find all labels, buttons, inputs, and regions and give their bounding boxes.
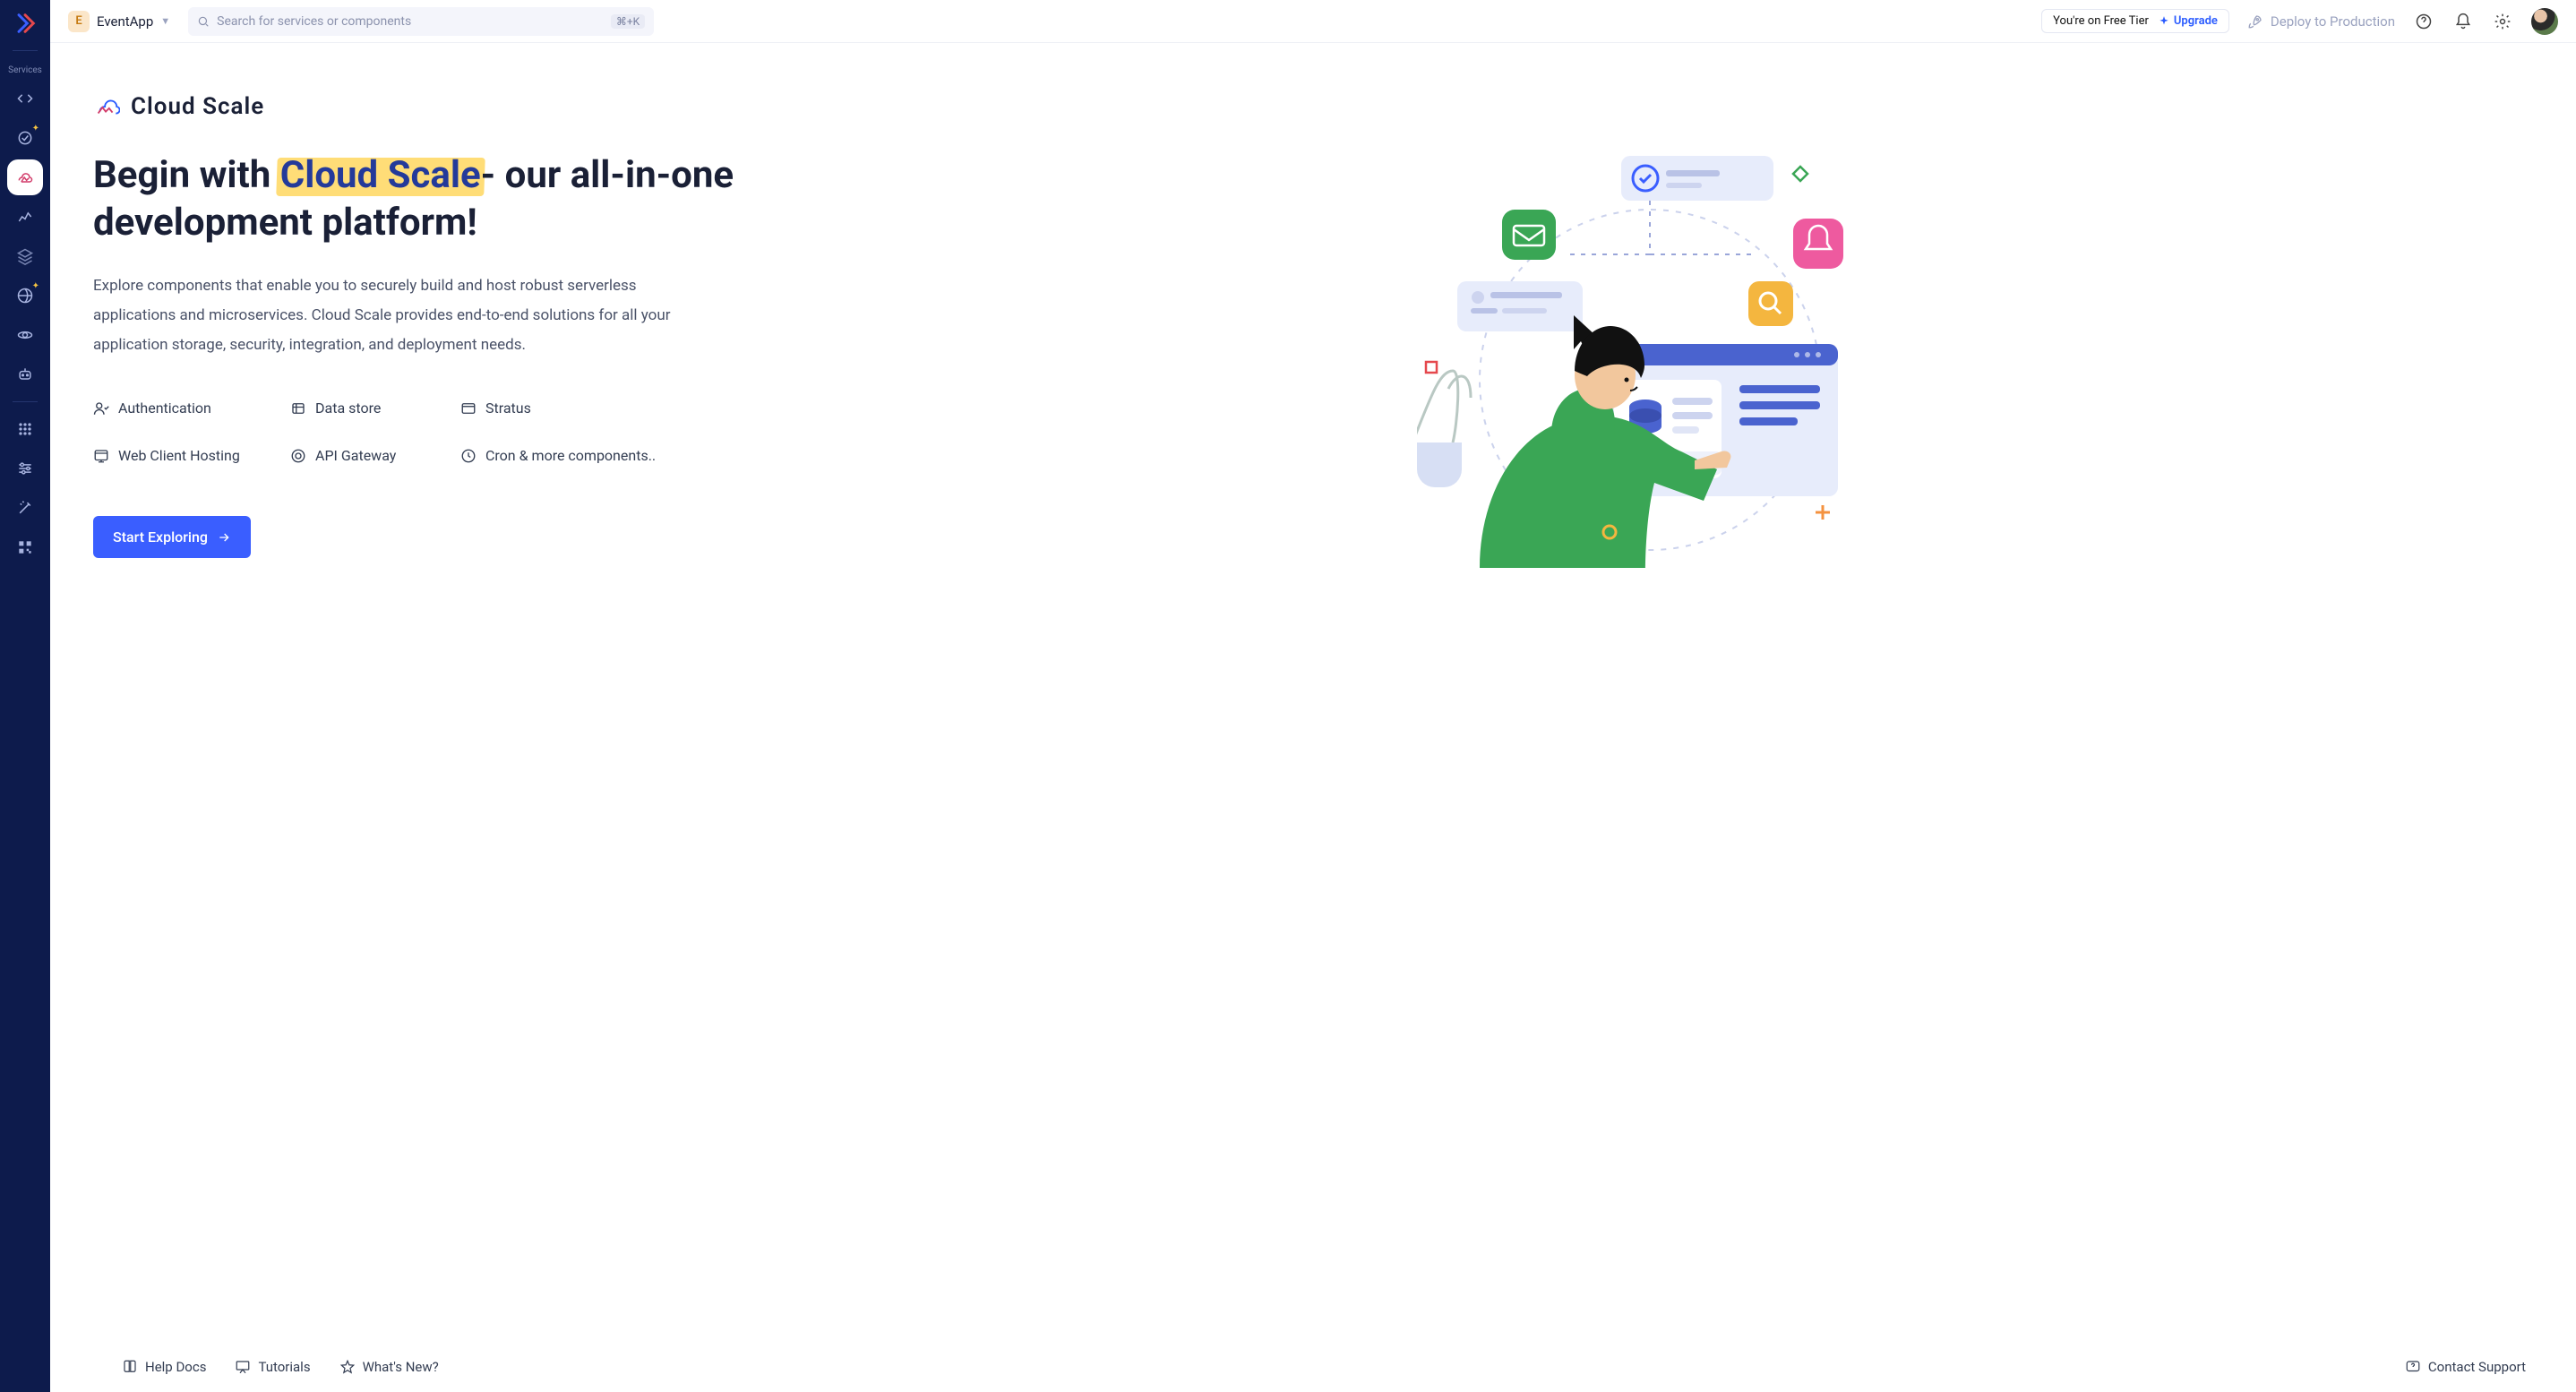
tutorials-link[interactable]: Tutorials [235,1359,310,1375]
chat-help-icon [2405,1359,2421,1375]
presentation-icon [235,1359,251,1375]
bell-icon[interactable] [2452,11,2474,32]
lede: Explore components that enable you to se… [93,271,684,360]
feature-datastore[interactable]: Data store [290,400,442,417]
whats-new-link[interactable]: What's New? [339,1359,439,1375]
rail-item-bot[interactable] [7,357,43,392]
feature-grid: Authentication Data store Stratus Web Cl… [93,400,738,464]
deploy-button[interactable]: Deploy to Production [2247,13,2395,30]
brand-icon [93,93,120,120]
chevron-down-icon: ▼ [160,15,170,27]
project-initial: E [68,11,90,32]
feature-apigateway[interactable]: API Gateway [290,447,442,464]
rail-item-apps[interactable] [7,411,43,447]
gear-icon[interactable] [2492,11,2513,32]
page: E EventApp ▼ Search for services or comp… [50,0,2576,1392]
project-name: EventApp [97,13,153,30]
rocket-icon [2247,13,2263,30]
headline: Begin with Cloud Scale- our all-in-one d… [93,152,738,246]
search-input[interactable]: Search for services or components ⌘+K [188,7,654,36]
book-icon [122,1359,138,1375]
user-icon [93,400,109,417]
clock-icon [460,448,477,464]
help-docs-link[interactable]: Help Docs [122,1359,206,1375]
browser-icon [93,448,109,464]
rail-item-cloudscale[interactable] [7,159,43,195]
search-shortcut: ⌘+K [611,14,645,29]
search-placeholder: Search for services or components [217,14,411,29]
hero-copy: Cloud Scale Begin with Cloud Scale- our … [93,93,738,1342]
rail-item-analytics[interactable] [7,199,43,235]
sparkle-icon [2158,15,2170,28]
brand-row: Cloud Scale [93,93,738,120]
feature-webhosting[interactable]: Web Client Hosting [93,447,272,464]
api-icon [290,448,306,464]
headline-highlight: Cloud Scale [280,152,481,200]
upgrade-link[interactable]: Upgrade [2158,14,2218,28]
feature-stratus[interactable]: Stratus [460,400,684,417]
app-logo[interactable] [13,11,38,36]
content: Cloud Scale Begin with Cloud Scale- our … [50,43,2576,1342]
rail-section-label: Services [8,65,42,75]
hero-illustration [774,93,2526,1342]
rail-item-code[interactable] [7,81,43,116]
brand-name: Cloud Scale [131,93,264,120]
topbar: E EventApp ▼ Search for services or comp… [50,0,2576,43]
rail-item-globe[interactable] [7,278,43,314]
window-icon [460,400,477,417]
contact-support-link[interactable]: Contact Support [2405,1359,2526,1375]
rail-item-layers[interactable] [7,238,43,274]
start-exploring-button[interactable]: Start Exploring [93,516,251,558]
arrow-right-icon [217,530,231,545]
database-icon [290,400,306,417]
footer: Help Docs Tutorials What's New? Contact … [50,1342,2576,1392]
tier-banner: You're on Free Tier Upgrade [2041,9,2229,33]
search-icon [197,15,210,28]
tier-text: You're on Free Tier [2053,14,2149,28]
feature-authentication[interactable]: Authentication [93,400,272,417]
rail-item-wand[interactable] [7,490,43,526]
rail-divider [13,401,38,402]
rail-item-target[interactable] [7,120,43,156]
rail-divider [13,50,38,51]
side-rail: Services [0,0,50,1392]
rail-item-orbit[interactable] [7,317,43,353]
rail-item-qr[interactable] [7,529,43,565]
help-icon[interactable] [2413,11,2434,32]
project-selector[interactable]: E EventApp ▼ [68,11,170,32]
star-icon [339,1359,356,1375]
rail-item-sliders[interactable] [7,451,43,486]
feature-cron[interactable]: Cron & more components.. [460,447,684,464]
user-avatar[interactable] [2531,8,2558,35]
